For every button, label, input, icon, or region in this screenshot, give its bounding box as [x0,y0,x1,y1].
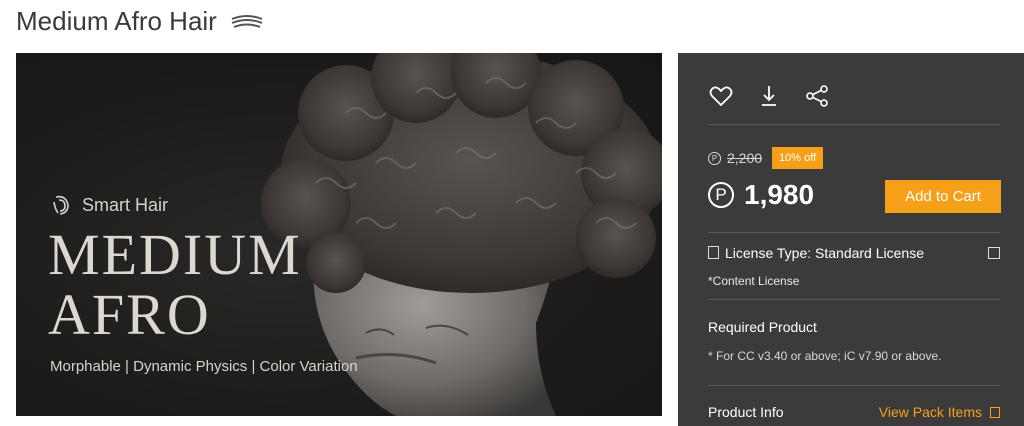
download-icon[interactable] [756,83,782,109]
product-info-label: Product Info [708,404,784,420]
currency-icon: P [708,151,721,165]
currency-icon: P [708,182,734,208]
action-icons [708,83,830,109]
smart-hair-logo-icon [53,195,69,215]
page-title-text: Medium Afro Hair [16,6,217,36]
heart-icon[interactable] [708,83,734,109]
license-icon [708,246,719,259]
required-product-title: Required Product [708,319,817,335]
current-price-value: 1,980 [744,179,815,210]
required-product-text: * For CC v3.40 or above; iC v7.90 or abo… [708,349,942,363]
view-pack-label: View Pack Items [878,404,982,420]
product-banner: Smart Hair MEDIUM AFRO Morphable | Dynam… [16,53,662,416]
banner-features: Morphable | Dynamic Physics | Color Vari… [50,358,358,375]
license-type-label: License Type: Standard License [725,245,924,261]
page-title: Medium Afro Hair [16,6,265,37]
original-price: P 2,200 10% off [708,147,824,169]
chevron-down-icon[interactable] [988,247,1000,259]
share-icon[interactable] [804,83,830,109]
divider [708,299,1000,300]
headline-line-1: MEDIUM [48,222,302,287]
license-subtext: *Content License [708,274,800,288]
brand-label: Smart Hair [82,194,169,215]
original-price-value: 2,200 [727,150,763,166]
headline-line-2: AFRO [48,282,211,347]
divider [708,232,1000,233]
smart-hair-brand: Smart Hair [50,193,168,217]
chevron-icon [990,406,1000,418]
product-info-row: Product Info View Pack Items [708,404,1000,420]
discount-badge: 10% off [772,147,824,169]
current-price: P 1,980 [708,179,814,211]
divider [708,124,1000,125]
purchase-panel: P 2,200 10% off P 1,980 Add to Cart Lice… [678,53,1024,426]
divider [708,385,1000,386]
license-selector[interactable]: License Type: Standard License [708,245,1000,261]
banner-headline: MEDIUM AFRO [48,225,302,345]
hair-icon [231,14,263,28]
add-to-cart-button[interactable]: Add to Cart [885,180,1001,213]
view-pack-items-link[interactable]: View Pack Items [879,404,1000,420]
